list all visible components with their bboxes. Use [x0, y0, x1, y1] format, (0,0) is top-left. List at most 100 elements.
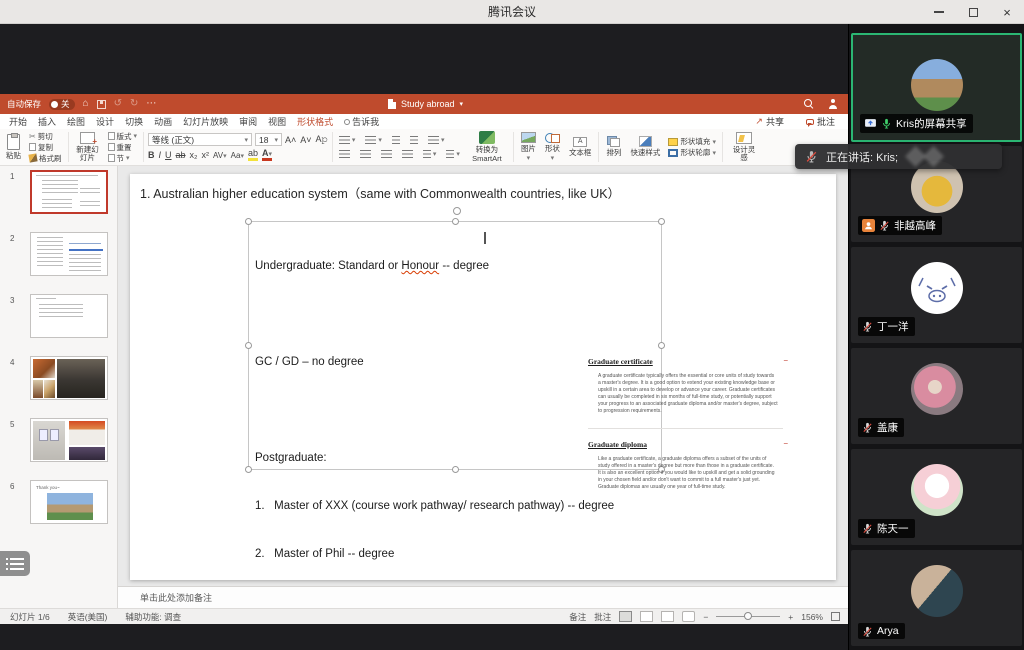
document-title-chip[interactable]: Study abroad ▾: [388, 94, 463, 114]
font-size-select[interactable]: 18▾: [255, 133, 282, 146]
shrink-font-button[interactable]: A˅: [300, 135, 311, 145]
tab-slideshow[interactable]: 幻灯片放映: [183, 115, 228, 128]
highlight-color-button[interactable]: ab: [248, 149, 258, 161]
reset-button[interactable]: 重置: [106, 142, 140, 152]
change-case-button[interactable]: Aa▾: [231, 151, 244, 160]
align-left-button[interactable]: [337, 149, 352, 159]
tab-tell-me[interactable]: 告诉我: [344, 115, 379, 128]
redo-icon[interactable]: ↻: [130, 99, 138, 109]
font-color-button[interactable]: A▾: [262, 149, 272, 161]
share-button[interactable]: ↗共享: [750, 115, 789, 128]
text-direction-button[interactable]: ▾: [421, 149, 439, 159]
language-indicator[interactable]: 英语(美国): [68, 611, 108, 623]
fit-slide-button[interactable]: [831, 612, 840, 621]
reading-view-button[interactable]: [661, 611, 674, 622]
italic-button[interactable]: I: [159, 150, 162, 160]
arrange-button[interactable]: 排列: [603, 135, 624, 158]
bold-button[interactable]: B: [148, 150, 155, 160]
tab-insert[interactable]: 插入: [38, 115, 56, 128]
slide-thumbnail-panel[interactable]: 1 2: [0, 166, 118, 608]
bullets-button[interactable]: ▾: [337, 135, 358, 145]
floating-list-button[interactable]: [0, 551, 30, 576]
clear-format-button[interactable]: A𝚙: [316, 134, 328, 145]
tab-view[interactable]: 视图: [268, 115, 286, 128]
home-icon[interactable]: ⌂: [83, 99, 89, 109]
align-center-button[interactable]: [358, 149, 373, 159]
minimize-button[interactable]: [930, 3, 948, 21]
character-spacing-button[interactable]: A︎V▾: [213, 151, 227, 160]
normal-view-button[interactable]: [619, 611, 632, 622]
section-button[interactable]: 节▾: [106, 153, 140, 163]
notes-pane[interactable]: 单击此处添加备注: [118, 586, 848, 608]
participant-tile[interactable]: 盖康: [851, 348, 1022, 444]
zoom-in-button[interactable]: +: [788, 612, 793, 622]
slide-thumbnail-2[interactable]: [30, 232, 108, 276]
slide-thumbnail-3[interactable]: [30, 294, 108, 338]
comments-toggle[interactable]: 批注: [594, 611, 611, 623]
strikethrough-button[interactable]: ab: [176, 150, 186, 160]
layout-button[interactable]: 版式▾: [106, 131, 140, 141]
autosave-toggle[interactable]: 关: [49, 99, 75, 110]
participant-tile-kris[interactable]: Kris的屏幕共享: [851, 33, 1022, 142]
grow-font-button[interactable]: A˄: [285, 135, 296, 145]
tab-shape-format[interactable]: 形状格式: [297, 115, 333, 128]
superscript-button[interactable]: x²: [202, 150, 210, 160]
insert-textbox-button[interactable]: A文本框: [566, 136, 595, 158]
resize-handle-nw[interactable]: [245, 218, 252, 225]
slide-thumbnail-1[interactable]: [30, 170, 108, 214]
tab-review[interactable]: 审阅: [239, 115, 257, 128]
quick-styles-button[interactable]: 快速样式: [627, 135, 663, 158]
shape-fill-button[interactable]: 形状填充▾: [666, 137, 718, 147]
search-icon[interactable]: [804, 99, 814, 109]
accessibility-status[interactable]: 辅助功能: 调查: [125, 611, 181, 623]
align-right-button[interactable]: [379, 149, 394, 159]
new-slide-button[interactable]: 新建幻灯片: [73, 131, 103, 164]
restore-button[interactable]: [964, 3, 982, 21]
close-button[interactable]: ×: [998, 3, 1016, 21]
save-icon[interactable]: [97, 100, 106, 109]
slide-sorter-button[interactable]: [640, 611, 653, 622]
paste-button[interactable]: 粘贴: [3, 133, 24, 161]
tab-transitions[interactable]: 切换: [125, 115, 143, 128]
resize-handle-n[interactable]: [452, 218, 459, 225]
increase-indent-button[interactable]: [408, 135, 420, 145]
numbering-button[interactable]: ▾: [363, 135, 384, 145]
underline-button[interactable]: U: [165, 150, 172, 160]
design-ideas-button[interactable]: 设计灵感: [727, 131, 761, 164]
tab-animations[interactable]: 动画: [154, 115, 172, 128]
line-spacing-button[interactable]: ▾: [426, 135, 447, 145]
participant-tile[interactable]: Arya: [851, 550, 1022, 646]
cut-button[interactable]: ✂剪切: [27, 131, 64, 141]
zoom-slider-thumb[interactable]: [744, 612, 752, 620]
insert-shapes-button[interactable]: 形状▾: [542, 131, 563, 164]
slide-thumbnail-6[interactable]: Thank you~: [30, 480, 108, 524]
account-icon[interactable]: [828, 99, 838, 109]
zoom-slider[interactable]: [716, 616, 780, 617]
decrease-indent-button[interactable]: [390, 135, 402, 145]
undo-icon[interactable]: ↺: [114, 99, 122, 109]
tab-home[interactable]: 开始: [9, 115, 27, 128]
copy-button[interactable]: 复制: [27, 142, 64, 152]
font-name-select[interactable]: 等线 (正文)▾: [148, 133, 252, 146]
comments-button[interactable]: 批注: [801, 115, 840, 128]
rotation-handle[interactable]: [453, 207, 461, 215]
participant-tile[interactable]: 陈天一: [851, 449, 1022, 545]
align-text-button[interactable]: ▾: [444, 149, 462, 159]
format-painter-button[interactable]: 格式刷: [27, 153, 64, 163]
slideshow-button[interactable]: [682, 611, 695, 622]
shape-outline-button[interactable]: 形状轮廓▾: [666, 148, 718, 158]
insert-picture-button[interactable]: 图片▾: [518, 131, 539, 164]
zoom-out-button[interactable]: −: [703, 612, 708, 622]
more-commands-icon[interactable]: ⋯: [146, 99, 156, 109]
convert-smartart-button[interactable]: 转换为SmartArt: [465, 130, 509, 164]
tab-draw[interactable]: 绘图: [67, 115, 85, 128]
resize-handle-ne[interactable]: [658, 218, 665, 225]
notes-toggle[interactable]: 备注: [569, 611, 586, 623]
slide-thumbnail-4[interactable]: [30, 356, 108, 400]
resize-handle-sw[interactable]: [245, 466, 252, 473]
tab-design[interactable]: 设计: [96, 115, 114, 128]
zoom-level[interactable]: 156%: [801, 612, 823, 622]
resize-handle-w[interactable]: [245, 342, 252, 349]
slide-canvas[interactable]: 1. Australian higher education system（sa…: [130, 174, 836, 580]
subscript-button[interactable]: x₂: [190, 150, 198, 160]
